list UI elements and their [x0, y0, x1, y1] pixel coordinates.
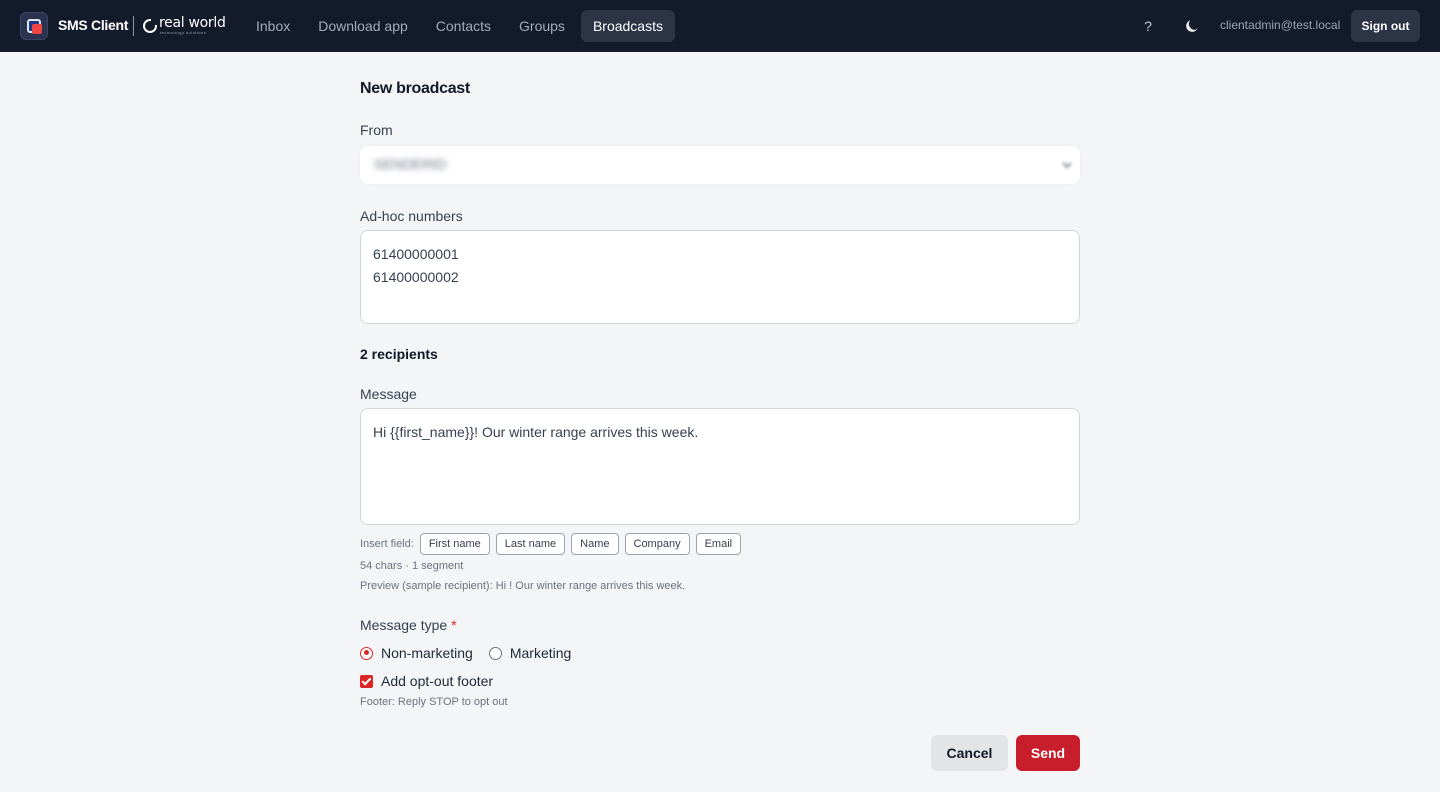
insert-first-name-button[interactable]: First name [419, 533, 490, 555]
brand-name: real world [159, 15, 226, 31]
page-title: New broadcast [360, 80, 470, 97]
insert-email-button[interactable]: Email [695, 533, 742, 555]
nav-item-contacts[interactable]: Contacts [424, 10, 503, 42]
opt-out-row: Add opt-out footer [360, 672, 493, 690]
app-title: SMS Client [58, 17, 129, 33]
recipient-count: 2 recipients [360, 346, 438, 362]
opt-out-checkbox[interactable] [360, 674, 373, 688]
brand-divider [133, 16, 134, 36]
nav-item-broadcasts[interactable]: Broadcasts [580, 10, 675, 42]
message-label: Message [360, 386, 417, 402]
user-email: clientadmin@test.local [1220, 18, 1341, 32]
sign-out-button[interactable]: Sign out [1351, 10, 1420, 42]
nav-item-download-app[interactable]: Download app [306, 10, 420, 42]
insert-name-button[interactable]: Name [571, 533, 619, 555]
main-nav: Inbox Download app Contacts Groups Broad… [244, 10, 679, 42]
brand-tagline: technology solutions [160, 30, 207, 35]
message-type-label: Message type * [360, 617, 457, 633]
message-type-radio-group: Non-marketing Marketing [360, 644, 587, 662]
send-button[interactable]: Send [1016, 735, 1080, 771]
from-label: From [360, 122, 393, 138]
non-marketing-radio[interactable] [360, 646, 373, 660]
from-select-value: SENDERID [374, 156, 447, 172]
from-select[interactable]: SENDERID [360, 146, 1080, 184]
nav-item-inbox[interactable]: Inbox [244, 10, 302, 42]
insert-company-button[interactable]: Company [624, 533, 690, 555]
message-preview: Preview (sample recipient): Hi ! Our win… [360, 580, 686, 592]
brand-mark-icon [143, 19, 157, 33]
app-logo-icon[interactable] [20, 12, 48, 40]
marketing-label[interactable]: Marketing [510, 645, 571, 661]
insert-last-name-button[interactable]: Last name [495, 533, 566, 555]
marketing-radio[interactable] [488, 646, 502, 660]
adhoc-numbers-label: Ad-hoc numbers [360, 208, 463, 224]
insert-field-label: Insert field: [360, 538, 414, 550]
top-nav-bar: SMS Client real world technology solutio… [0, 0, 1440, 52]
cancel-button[interactable]: Cancel [931, 735, 1008, 771]
chevron-down-icon [1062, 162, 1072, 169]
insert-field-row: Insert field: First name Last name Name … [360, 532, 747, 556]
message-input[interactable]: Hi {{first_name}}! Our winter range arri… [360, 408, 1080, 525]
opt-out-label[interactable]: Add opt-out footer [381, 673, 493, 689]
moon-icon[interactable] [1182, 16, 1202, 36]
footer-note: Footer: Reply STOP to opt out [360, 696, 508, 708]
char-count: 54 chars · 1 segment [360, 560, 464, 572]
non-marketing-label[interactable]: Non-marketing [381, 645, 473, 661]
adhoc-numbers-input[interactable]: 61400000001 61400000002 [360, 230, 1080, 324]
help-button[interactable]: ? [1138, 16, 1158, 36]
nav-item-groups[interactable]: Groups [507, 10, 577, 42]
required-marker: * [451, 617, 457, 633]
